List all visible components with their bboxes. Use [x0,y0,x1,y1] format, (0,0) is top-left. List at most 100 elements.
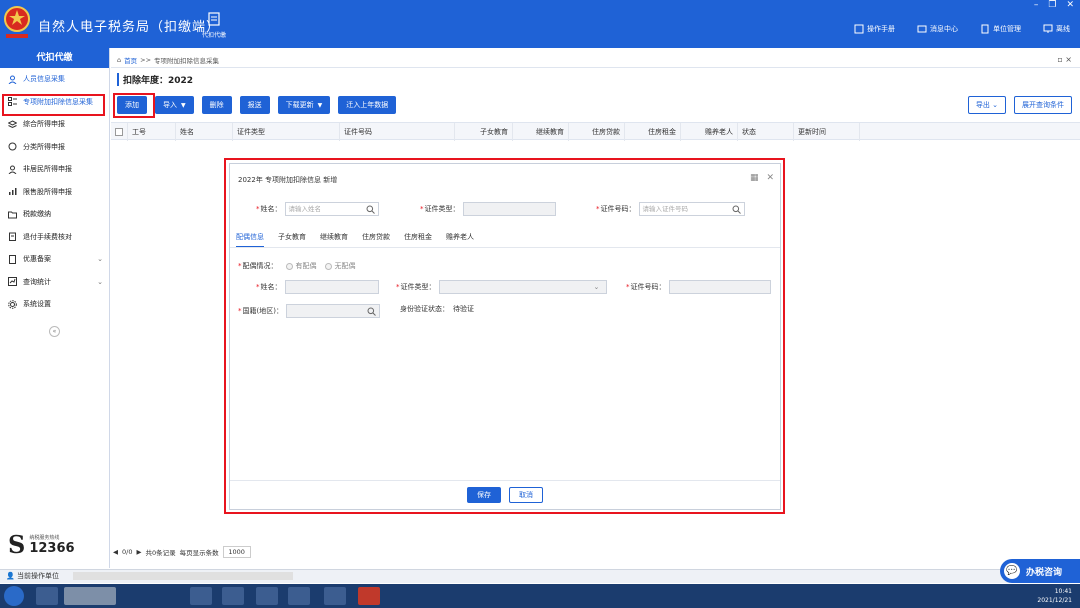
taskbar-app-icon[interactable] [190,587,212,605]
search-icon[interactable] [732,205,741,214]
column-header[interactable]: 住房租金 [624,123,680,141]
person-icon [8,165,17,174]
refresh-icon [8,142,17,151]
home-icon: ⌂ [117,55,122,64]
column-header[interactable]: 继续教育 [512,123,568,141]
taskbar-app-icon[interactable] [256,587,278,605]
tab-children-education[interactable]: 子女教育 [278,232,306,247]
hotline: S 纳税服务热线 12366 [8,530,75,559]
system-tray-clock[interactable]: 10:41 2021/12/21 [1037,587,1072,605]
sidebar: 代扣代缴 人员信息采集 专项附加扣除信息采集 综合所得申报 分类所得申报 非居民… [0,48,110,568]
id-number-row: * 证件号码： 请输入证件号码 [596,202,745,216]
taskbar: 10:41 2021/12/21 [0,584,1080,608]
export-button[interactable]: 导出 ⌄ [967,96,1006,114]
dialog-footer-divider [230,480,780,481]
column-header[interactable]: 证件类型 [232,123,339,141]
current-unit-label: 当前操作单位 [16,572,59,580]
sidebar-item-preferential[interactable]: 优惠备案 ⌄ [0,248,109,271]
nationality-input[interactable] [285,304,380,318]
name-input[interactable]: 请输入姓名 [284,202,379,216]
download-update-button[interactable]: 下载更新 ▼ [277,96,331,114]
expand-query-button[interactable]: 展开查询条件 [1014,96,1072,114]
restore-icon[interactable]: ❐ [1048,0,1056,10]
column-header[interactable]: 工号 [127,123,175,141]
status-bar: 👤 当前操作单位 [0,569,1080,583]
manual-link[interactable]: 操作手册 [854,24,895,34]
tax-consult-button[interactable]: 💬 办税咨询 [1000,559,1080,583]
prev-page-icon[interactable]: ◀ [113,548,118,556]
spouse-id-type-select[interactable]: ⌄ [438,280,607,294]
message-center-link[interactable]: 消息中心 [917,24,958,34]
clock-time: 10:41 [1054,588,1072,595]
grid-icon [8,97,17,107]
migrate-last-year-button[interactable]: 迁入上年数据 [338,96,397,114]
taskbar-browser-icon[interactable] [64,587,116,605]
delete-button[interactable]: 删除 [201,96,232,114]
chevron-down-icon: ⌄ [593,283,600,291]
close-icon[interactable]: ✕ [1066,0,1074,10]
windows-start-icon[interactable] [4,586,24,606]
tab-continuing-education[interactable]: 继续教育 [320,232,348,247]
sidebar-item-tax-payment[interactable]: 税款缴纳 [0,203,109,226]
tab-elderly-support[interactable]: 赡养老人 [446,232,474,247]
column-header[interactable]: 子女教育 [454,123,512,141]
next-page-icon[interactable]: ▶ [136,548,141,556]
unit-management-link[interactable]: 单位管理 [980,24,1021,34]
column-header[interactable]: 状态 [737,123,793,141]
submit-button[interactable]: 报送 [239,96,270,114]
id-number-input[interactable]: 请输入证件号码 [638,202,745,216]
sidebar-item-restricted-shares[interactable]: 限售股所得申报 [0,181,109,204]
column-header[interactable]: 更新时间 [793,123,859,141]
offline-link[interactable]: 离线 [1043,24,1070,34]
sidebar-collapse-button[interactable]: « [49,326,60,337]
taskbar-app-icon[interactable] [324,587,346,605]
taskbar-folder-icon[interactable] [288,587,310,605]
radio-has-spouse[interactable]: 有配偶 [285,261,317,271]
column-header[interactable]: 住房贷款 [568,123,624,141]
column-header[interactable]: 证件号码 [339,123,454,141]
breadcrumb: ⌂ 首页 >> 专项附加扣除信息采集 ▫ × [111,52,1080,68]
sidebar-item-query[interactable]: 查询统计 ⌄ [0,271,109,294]
taskbar-app-icon[interactable] [358,587,380,605]
sidebar-item-settings[interactable]: 系统设置 [0,293,109,316]
taskbar-app-icon[interactable] [36,587,58,605]
close-icon[interactable]: ✕ [766,173,774,183]
breadcrumb-home[interactable]: 首页 [124,55,137,65]
radio-no-spouse[interactable]: 无配偶 [324,261,356,271]
column-header[interactable]: 赡养老人 [680,123,737,141]
add-button[interactable]: 添加 [117,96,147,114]
sidebar-item-special-deduction[interactable]: 专项附加扣除信息采集 [0,91,109,114]
spouse-id-number-input[interactable] [668,280,771,294]
search-icon[interactable] [366,205,375,214]
tab-spouse[interactable]: 配偶信息 [236,232,264,247]
deduction-year: 扣除年度：2022 [117,73,193,86]
per-page-input[interactable]: 1000 [222,546,251,558]
sidebar-item-personnel[interactable]: 人员信息采集 [0,68,109,91]
close-icon[interactable]: × [1065,55,1072,64]
minimize-icon[interactable]: – [1034,0,1039,10]
record-count: 共0条记录 [145,549,176,557]
maximize-icon[interactable]: ▦ [750,173,759,183]
id-type-select[interactable] [462,202,556,216]
sidebar-item-comprehensive[interactable]: 综合所得申报 [0,113,109,136]
select-all-checkbox[interactable] [115,128,123,136]
import-button[interactable]: 导入 ▼ [155,96,194,114]
column-header[interactable]: 姓名 [175,123,232,141]
sidebar-item-nonresident[interactable]: 非居民所得申报 [0,158,109,181]
cancel-button[interactable]: 取消 [509,487,543,503]
document-icon [208,12,220,26]
search-icon[interactable] [367,307,376,316]
sidebar-item-fee-refund[interactable]: 退付手续费核对 [0,226,109,249]
module-withholding[interactable]: 代扣代缴 [196,12,232,39]
spouse-name-input[interactable] [284,280,379,294]
save-button[interactable]: 保存 [467,487,501,503]
sidebar-item-classified[interactable]: 分类所得申报 [0,136,109,159]
hotline-s-icon: S [8,530,26,559]
hotline-label: 纳税服务热线 [29,534,60,541]
book-icon [854,24,864,34]
verify-status-row: 身份验证状态： 待验证 [400,305,474,313]
taskbar-app-icon[interactable] [222,587,244,605]
tab-housing-loan[interactable]: 住房贷款 [362,232,390,247]
restore-icon[interactable]: ▫ [1057,55,1062,64]
tab-housing-rent[interactable]: 住房租金 [404,232,432,247]
